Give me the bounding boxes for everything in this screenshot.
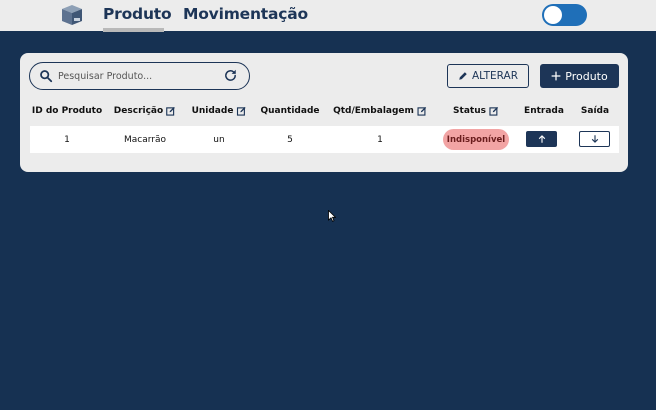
edit-icon[interactable] xyxy=(417,106,427,116)
products-card: ALTERAR Produto ID do Produto Descrição … xyxy=(20,53,628,172)
refresh-icon[interactable] xyxy=(223,68,238,83)
cell-id: 1 xyxy=(64,135,70,145)
search-box xyxy=(29,62,250,90)
tab-produto[interactable]: Produto xyxy=(103,5,172,23)
mouse-cursor-icon xyxy=(328,210,336,222)
active-tab-indicator xyxy=(103,28,164,32)
box-icon[interactable] xyxy=(60,3,84,27)
cell-unidade: un xyxy=(213,135,225,145)
pencil-icon xyxy=(459,72,467,80)
arrow-down-icon xyxy=(591,135,598,143)
header-id: ID do Produto xyxy=(31,106,103,116)
header-unidade[interactable]: Unidade xyxy=(192,106,247,116)
status-badge: Indisponível xyxy=(443,129,509,150)
search-icon xyxy=(40,70,53,83)
alterar-button[interactable]: ALTERAR xyxy=(447,64,529,88)
edit-icon[interactable] xyxy=(236,106,246,116)
toggle-knob xyxy=(544,6,562,24)
cell-descricao: Macarrão xyxy=(123,135,167,145)
edit-icon[interactable] xyxy=(166,106,176,116)
alterar-label: ALTERAR xyxy=(472,70,518,82)
tab-movimentacao[interactable]: Movimentação xyxy=(183,5,308,23)
edit-icon[interactable] xyxy=(489,106,499,116)
theme-toggle[interactable] xyxy=(542,4,587,26)
header-status[interactable]: Status xyxy=(453,106,499,116)
header-descricao[interactable]: Descrição xyxy=(114,106,176,116)
header-qtd-embalagem[interactable]: Qtd/Embalagem xyxy=(333,106,427,116)
entrada-button[interactable] xyxy=(526,131,557,147)
search-input[interactable] xyxy=(58,67,220,85)
header-saida: Saída xyxy=(580,106,610,116)
header-quantidade: Quantidade xyxy=(260,106,320,116)
plus-icon xyxy=(551,71,561,81)
top-navbar: Produto Movimentação xyxy=(0,0,656,32)
produto-label: Produto xyxy=(565,69,608,83)
cell-qtd-embalagem: 1 xyxy=(377,135,383,145)
add-produto-button[interactable]: Produto xyxy=(540,64,619,88)
saida-button[interactable] xyxy=(579,131,610,147)
header-entrada: Entrada xyxy=(524,106,564,116)
cell-quantidade: 5 xyxy=(287,135,293,145)
arrow-up-icon xyxy=(538,135,545,143)
